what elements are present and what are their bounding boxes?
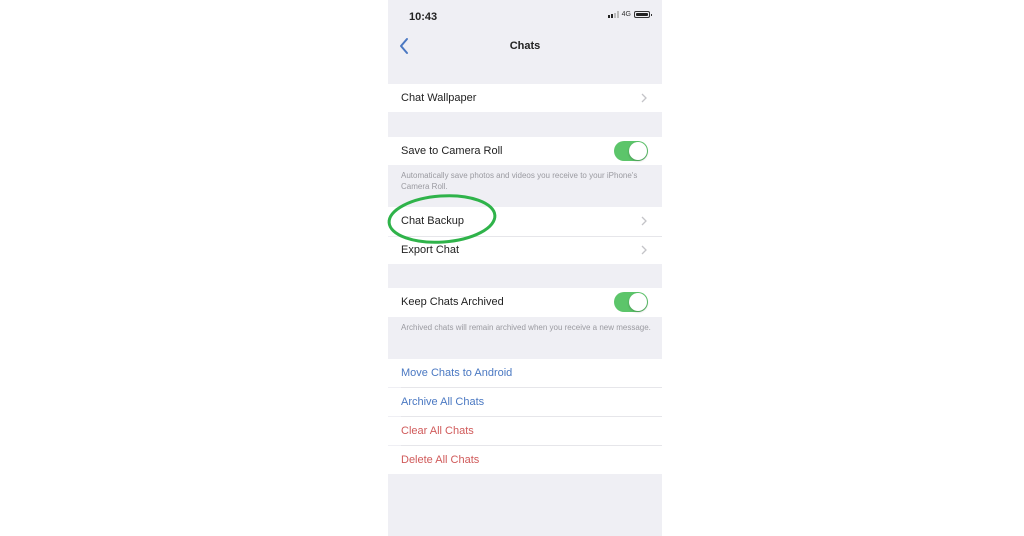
chat-backup-row[interactable]: Chat Backup xyxy=(388,207,662,236)
status-time: 10:43 xyxy=(409,11,438,23)
page-title: Chats xyxy=(509,40,541,52)
status-bar: 10:43 4G xyxy=(388,0,662,30)
export-chat-label: Export Chat xyxy=(401,244,460,256)
action-label: Move Chats to Android xyxy=(401,367,513,379)
keep-chats-archived-row: Keep Chats Archived xyxy=(388,288,662,317)
keep-chats-archived-toggle[interactable] xyxy=(614,292,648,312)
chat-wallpaper-row[interactable]: Chat Wallpaper xyxy=(388,84,662,112)
save-to-camera-roll-toggle[interactable] xyxy=(614,141,648,161)
toggle-knob xyxy=(629,142,647,160)
export-chat-row[interactable]: Export Chat xyxy=(388,237,662,264)
chat-wallpaper-label: Chat Wallpaper xyxy=(401,92,477,104)
archive-all-chats-button[interactable]: Archive All Chats xyxy=(388,388,662,416)
toggle-knob xyxy=(629,293,647,311)
clear-all-chats-button[interactable]: Clear All Chats xyxy=(388,417,662,445)
action-label: Delete All Chats xyxy=(401,454,480,466)
network-type: 4G xyxy=(621,11,631,18)
chevron-right-icon xyxy=(641,93,647,103)
battery-icon xyxy=(634,11,652,18)
signal-icon xyxy=(607,11,619,18)
chat-backup-label: Chat Backup xyxy=(401,215,464,227)
delete-all-chats-button[interactable]: Delete All Chats xyxy=(388,446,662,474)
keep-chats-archived-label: Keep Chats Archived xyxy=(401,296,504,308)
status-indicators: 4G xyxy=(607,11,652,18)
phone-screen: 10:43 4G Chats Chat Wallpaper Save to Ca… xyxy=(388,0,662,536)
move-chats-to-android-button[interactable]: Move Chats to Android xyxy=(388,359,662,387)
save-to-camera-roll-label: Save to Camera Roll xyxy=(401,145,503,157)
chevron-right-icon xyxy=(641,216,647,226)
action-label: Archive All Chats xyxy=(401,396,485,408)
camera-roll-footnote: Automatically save photos and videos you… xyxy=(401,171,638,191)
archived-footnote: Archived chats will remain archived when… xyxy=(401,323,651,332)
save-to-camera-roll-row: Save to Camera Roll xyxy=(388,137,662,165)
action-label: Clear All Chats xyxy=(401,425,474,437)
chevron-right-icon xyxy=(641,245,647,255)
navigation-bar: Chats xyxy=(388,30,662,64)
